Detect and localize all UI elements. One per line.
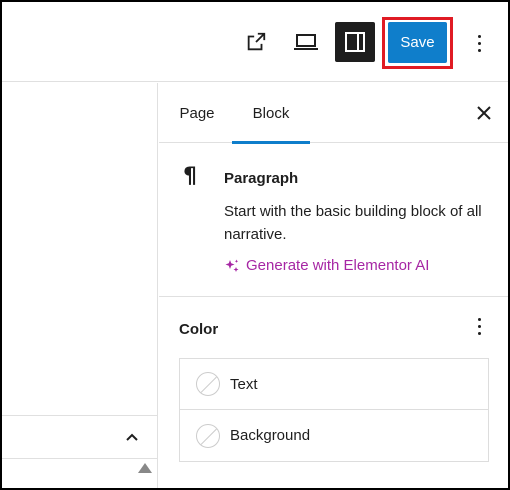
view-post-button[interactable] [242, 28, 270, 56]
color-item-background[interactable]: Background [180, 410, 488, 461]
more-vertical-icon [477, 318, 481, 342]
color-item-text[interactable]: Text [180, 359, 488, 410]
empty-swatch-icon [196, 372, 220, 396]
chevron-up-icon[interactable] [125, 432, 139, 442]
block-breadcrumb-bar [2, 415, 157, 459]
editor-canvas [2, 83, 158, 488]
external-link-icon [247, 32, 266, 51]
color-item-label: Text [230, 375, 258, 393]
empty-swatch-icon [196, 423, 220, 448]
generate-ai-link[interactable]: Generate with Elementor AI [224, 257, 429, 274]
sidebar-toggle-icon [345, 32, 365, 52]
paragraph-icon: ¶ [183, 164, 197, 189]
block-card: ¶ Paragraph Start with the basic buildin… [159, 144, 508, 297]
editor-window: Save Page Block ¶ Paragraph Start with t… [0, 0, 510, 490]
color-panel-title: Color [179, 321, 219, 338]
color-list: Text Background [179, 358, 489, 462]
block-description: Start with the basic building block of a… [224, 203, 482, 243]
device-preview-button[interactable] [291, 28, 321, 56]
sidebar-tabs: Page Block [159, 83, 508, 144]
sparkle-icon [225, 259, 239, 272]
save-button[interactable]: Save [388, 22, 447, 63]
tab-page[interactable]: Page [169, 83, 225, 143]
settings-panel-toggle[interactable] [335, 22, 375, 62]
block-title: Paragraph [224, 170, 299, 187]
tab-block[interactable]: Block [232, 83, 310, 144]
settings-sidebar: Page Block ¶ Paragraph Start with the ba… [159, 83, 508, 488]
top-toolbar: Save [2, 2, 508, 82]
close-icon[interactable] [474, 103, 494, 123]
color-panel: Color Text Background [159, 298, 508, 488]
color-item-label: Background [230, 427, 311, 444]
options-button[interactable] [467, 28, 491, 58]
more-vertical-icon [477, 34, 481, 52]
desktop-view-icon [294, 34, 318, 50]
triangle-up-icon[interactable] [137, 462, 153, 474]
color-options-button[interactable] [472, 318, 486, 342]
generate-ai-label: Generate with Elementor AI [246, 257, 430, 274]
